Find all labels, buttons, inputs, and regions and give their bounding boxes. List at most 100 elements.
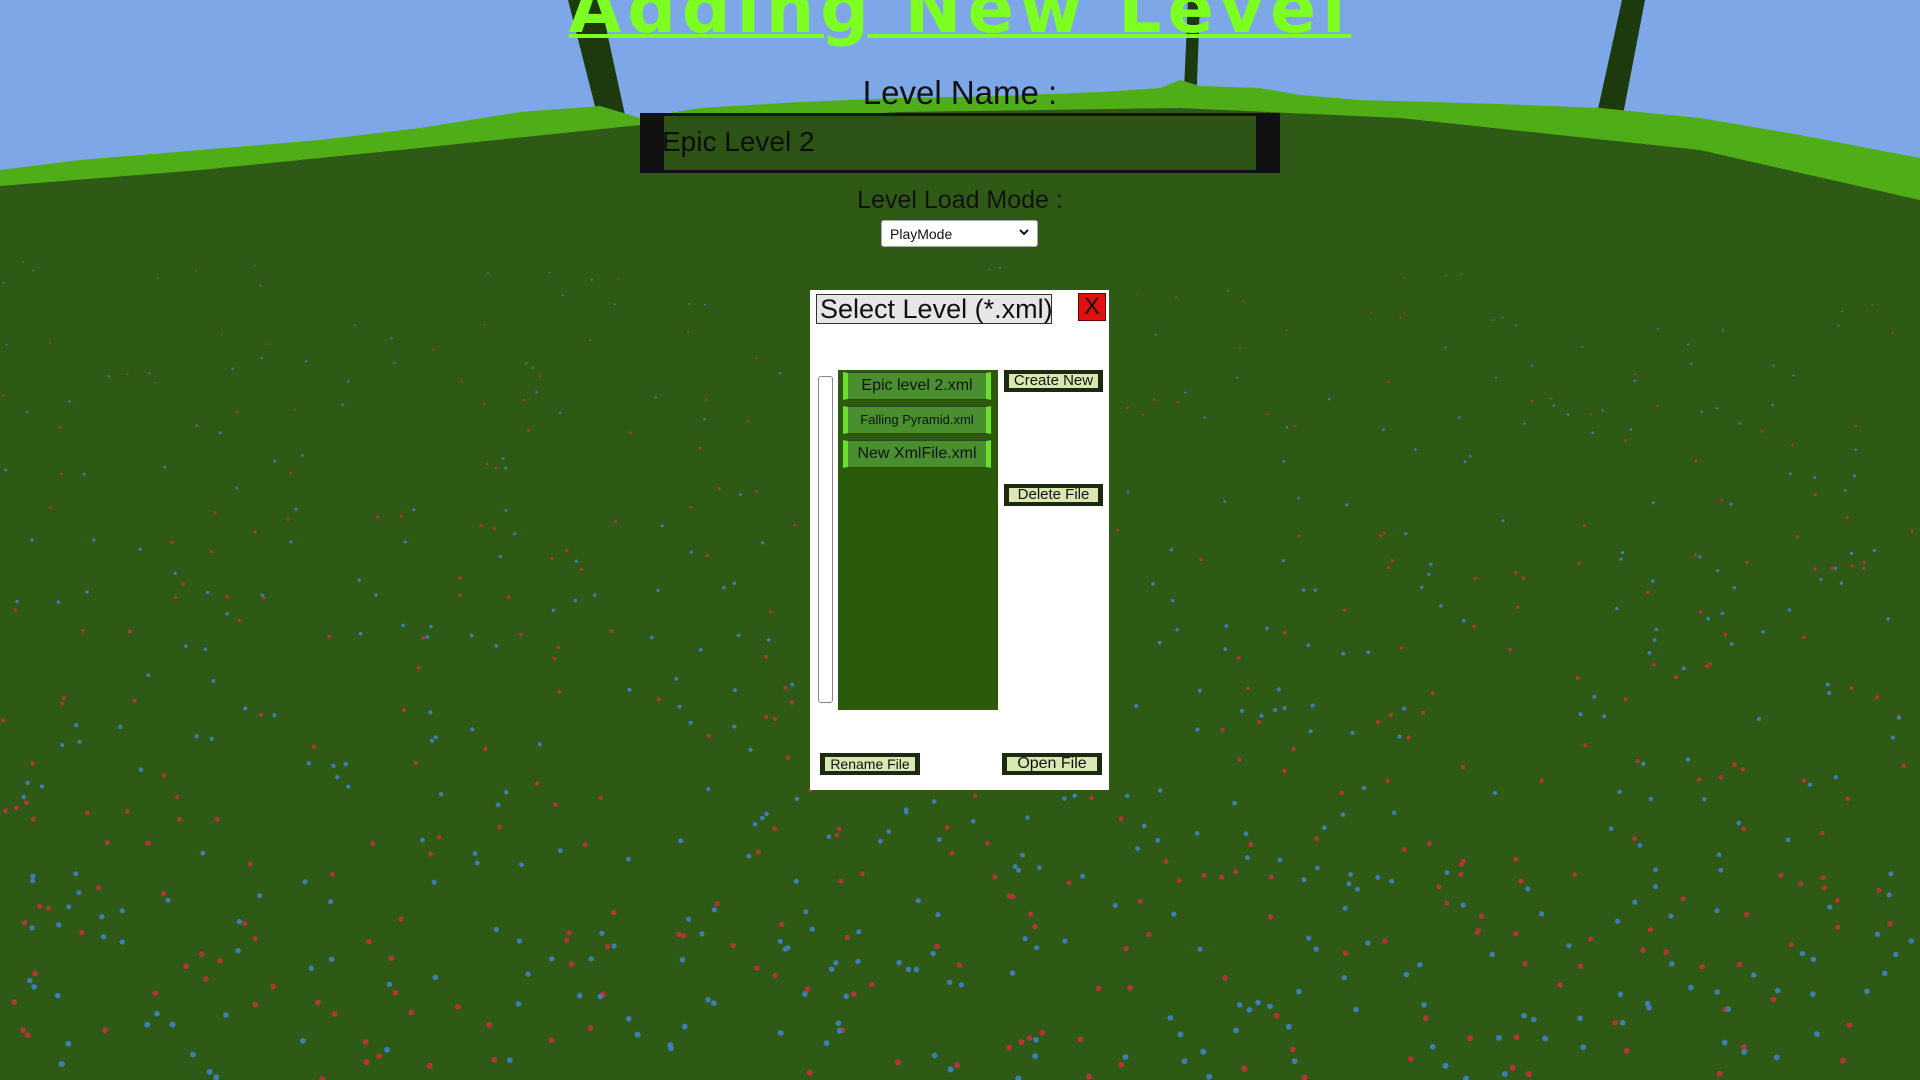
flower-speck (1289, 1046, 1296, 1053)
flower-speck (574, 559, 578, 563)
flower-speck (1379, 534, 1383, 538)
flower-speck (1032, 924, 1038, 930)
flower-speck (1257, 720, 1261, 724)
flower-speck (1232, 800, 1237, 806)
flower-speck (497, 824, 503, 830)
flower-speck (1427, 841, 1432, 847)
flower-speck (704, 398, 708, 401)
flower-speck (992, 874, 998, 880)
flower-speck (494, 466, 498, 470)
flower-speck (748, 747, 753, 753)
flower-speck (1240, 708, 1245, 713)
flower-speck (826, 834, 832, 840)
flower-speck (1282, 460, 1286, 463)
flower-speck (289, 471, 292, 475)
flower-speck (1773, 1054, 1780, 1061)
flower-speck (77, 739, 82, 744)
flower-speck (1513, 931, 1519, 937)
create-new-button[interactable]: Create New (1004, 370, 1103, 392)
flower-speck (1220, 727, 1225, 733)
flower-speck (173, 595, 178, 600)
flower-speck (392, 989, 399, 996)
flower-speck (590, 278, 593, 281)
load-mode-dropdown[interactable]: PlayMode (881, 220, 1038, 247)
flower-speck (1837, 324, 1840, 327)
flower-speck (564, 937, 570, 943)
flower-speck (1788, 941, 1794, 947)
flower-speck (335, 775, 340, 780)
flower-speck (315, 999, 321, 1006)
flower-speck (836, 826, 842, 831)
flower-speck (1592, 694, 1597, 699)
flower-speck (293, 408, 296, 411)
flower-speck (1577, 963, 1584, 969)
flower-speck (1841, 310, 1844, 313)
file-item-epic-level-2[interactable]: Epic level 2.xml (843, 372, 991, 400)
flower-speck (937, 837, 942, 842)
flower-speck (504, 509, 508, 513)
flower-speck (1169, 548, 1173, 552)
flower-speck (1566, 413, 1570, 416)
file-list-scrollbar[interactable] (818, 376, 833, 703)
flower-speck (1460, 764, 1466, 770)
flower-speck (2, 281, 5, 284)
flower-speck (138, 547, 142, 551)
flower-speck (786, 755, 791, 760)
open-file-button[interactable]: Open File (1002, 753, 1102, 775)
file-item-new-xmlfile[interactable]: New XmlFile.xml (843, 440, 991, 468)
flower-speck (1201, 872, 1207, 878)
flower-speck (561, 294, 564, 297)
flower-speck (1281, 559, 1285, 563)
flower-speck (458, 593, 462, 597)
flower-speck (82, 472, 86, 476)
flower-speck (1152, 398, 1156, 402)
flower-speck (611, 943, 617, 949)
flower-speck (1722, 329, 1724, 332)
flower-speck (1522, 961, 1528, 967)
flower-speck (1635, 759, 1640, 764)
rename-file-button[interactable]: Rename File (820, 753, 920, 775)
flower-speck (225, 595, 229, 599)
flower-speck (223, 1012, 229, 1018)
flower-speck (1267, 1003, 1273, 1010)
flower-speck (1864, 988, 1870, 995)
flower-speck (247, 861, 253, 867)
flower-speck (1032, 1053, 1038, 1060)
flower-speck (587, 1025, 594, 1031)
flower-speck (169, 1021, 176, 1028)
flower-speck (1681, 666, 1686, 671)
flower-speck (214, 816, 220, 822)
flower-speck (61, 696, 66, 700)
flower-speck (1080, 873, 1086, 879)
flower-speck (576, 992, 583, 999)
flower-speck (79, 929, 85, 936)
flower-speck (656, 588, 660, 592)
flower-speck (1406, 735, 1411, 740)
flower-speck (286, 517, 290, 521)
flower-speck (1608, 826, 1614, 832)
flower-speck (838, 878, 844, 884)
flower-speck (1243, 831, 1249, 836)
flower-speck (1801, 635, 1806, 640)
flower-speck (1177, 1031, 1184, 1038)
flower-speck (486, 1021, 493, 1028)
delete-file-button[interactable]: Delete File (1004, 484, 1103, 506)
flower-speck (22, 261, 25, 264)
flower-speck (834, 833, 840, 838)
close-button[interactable]: X (1078, 293, 1106, 321)
flower-speck (458, 576, 463, 580)
flower-speck (931, 799, 937, 804)
flower-speck (1647, 651, 1652, 655)
flower-speck (1835, 924, 1841, 931)
flower-speck (1403, 971, 1410, 978)
flower-speck (58, 1061, 65, 1067)
flower-speck (1496, 1035, 1502, 1041)
flower-speck (1127, 984, 1133, 991)
file-item-falling-pyramid[interactable]: Falling Pyramid.xml (843, 406, 991, 434)
flower-speck (930, 950, 936, 957)
level-name-input[interactable]: Epic Level 2 (640, 113, 1280, 173)
flower-speck (408, 1009, 415, 1016)
flower-speck (535, 781, 540, 786)
flower-speck (913, 966, 920, 973)
flower-speck (1796, 535, 1800, 539)
